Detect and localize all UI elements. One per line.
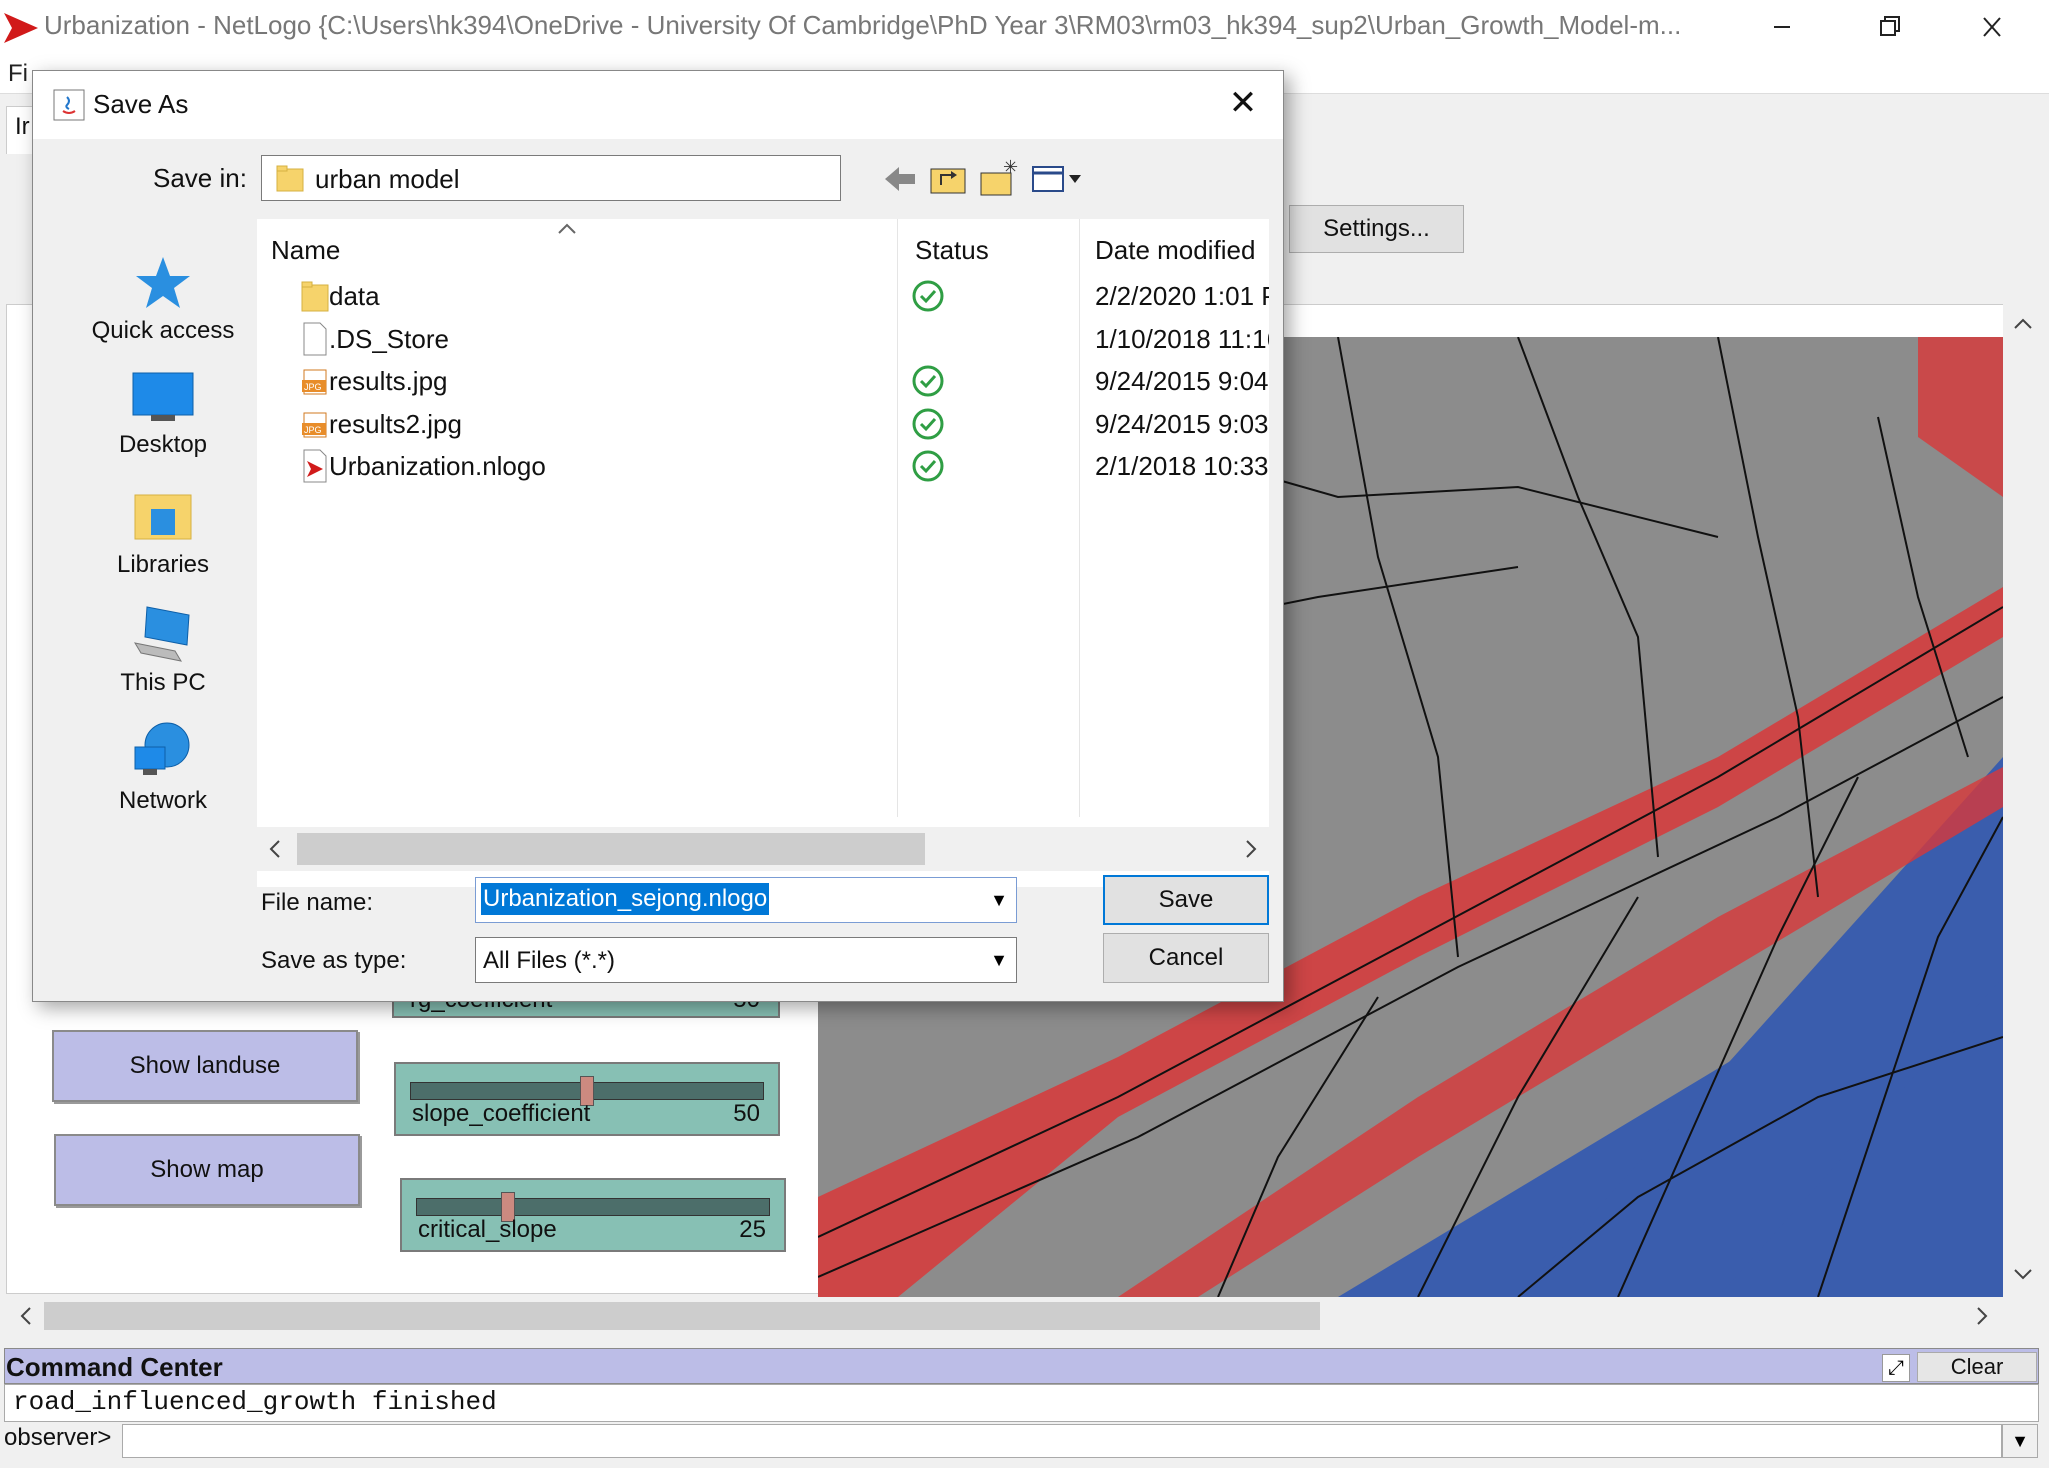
column-header-name[interactable]: Name xyxy=(271,235,340,266)
dialog-title: Save As xyxy=(93,89,189,119)
command-center-header xyxy=(4,1348,2039,1384)
libraries-icon xyxy=(134,494,192,540)
file-date: 1/10/2018 11:16 A xyxy=(1095,323,1269,354)
dialog-titlebar: Save As ✕ xyxy=(33,71,1283,139)
save-in-value: urban model xyxy=(315,164,460,194)
jpg-file-icon: JPG xyxy=(302,369,327,395)
file-row[interactable]: JPG results2.jpg 9/24/2015 9:03 AM xyxy=(257,403,1269,445)
slider-value: 50 xyxy=(733,1100,760,1127)
expand-icon[interactable]: ⤢ xyxy=(1882,1354,1910,1382)
chevron-down-icon[interactable]: ▼ xyxy=(983,939,1015,981)
synced-check-icon xyxy=(912,280,944,312)
window-title: Urbanization - NetLogo {C:\Users\hk394\O… xyxy=(44,10,1682,40)
column-header-status[interactable]: Status xyxy=(915,235,989,266)
up-folder-icon[interactable] xyxy=(927,159,971,199)
chevron-down-icon[interactable]: ▼ xyxy=(983,879,1015,921)
back-icon[interactable] xyxy=(879,159,923,199)
command-output: road_influenced_growth finished xyxy=(4,1384,2039,1422)
close-icon[interactable]: ✕ xyxy=(1223,83,1263,123)
close-window-button[interactable] xyxy=(1962,8,2022,46)
observer-prompt: observer> xyxy=(4,1424,112,1451)
command-input[interactable] xyxy=(122,1424,2002,1458)
restore-button[interactable] xyxy=(1858,8,1918,46)
save-type-label: Save as type: xyxy=(261,947,407,974)
file-date: 2/2/2020 1:01 PM xyxy=(1095,281,1269,311)
window-titlebar: Urbanization - NetLogo {C:\Users\hk394\O… xyxy=(0,0,2049,54)
settings-button[interactable]: Settings... xyxy=(1289,205,1464,253)
place-desktop[interactable]: Desktop xyxy=(47,371,279,481)
command-center-title: Command Center xyxy=(6,1352,223,1382)
netlogo-app-icon xyxy=(4,13,38,43)
svg-text:✳: ✳ xyxy=(1003,159,1018,177)
save-as-dialog: Save As ✕ Save in: ▼ urban model ✳ Quick… xyxy=(32,70,1284,1002)
save-in-label: Save in: xyxy=(153,163,247,193)
slider-value: 25 xyxy=(739,1216,766,1243)
java-icon xyxy=(53,89,85,121)
file-name-value[interactable]: Urbanization_sejong.nlogo xyxy=(481,883,770,915)
quick-access-icon xyxy=(136,257,190,308)
clear-button[interactable]: Clear xyxy=(1917,1352,2037,1382)
this-pc-icon xyxy=(133,606,190,662)
file-row[interactable]: JPG results.jpg 9/24/2015 9:04 AM xyxy=(257,360,1269,402)
file-row[interactable]: .DS_Store 1/10/2018 11:16 A xyxy=(257,318,1269,360)
place-libraries[interactable]: Libraries xyxy=(47,485,279,595)
places-bar: Quick access Desktop Libraries This PC N… xyxy=(47,219,279,855)
file-name: results.jpg xyxy=(329,366,448,396)
slider-critical-slope[interactable]: critical_slope 25 xyxy=(400,1178,786,1252)
sort-up-icon xyxy=(558,223,576,234)
file-row[interactable]: Urbanization.nlogo 2/1/2018 10:33 AM xyxy=(257,445,1269,487)
folder-icon xyxy=(301,281,329,312)
column-header-date[interactable]: Date modified xyxy=(1095,235,1255,266)
network-icon xyxy=(134,722,190,775)
interface-vertical-scrollbar[interactable] xyxy=(2003,304,2043,1294)
file-list[interactable]: Name Status Date modified data 2/2/2020 1… xyxy=(257,219,1269,887)
place-this-pc[interactable]: This PC xyxy=(47,603,279,713)
svg-text:JPG: JPG xyxy=(304,382,322,392)
save-button[interactable]: Save xyxy=(1103,875,1269,925)
svg-text:JPG: JPG xyxy=(304,425,322,435)
file-row[interactable]: data 2/2/2020 1:01 PM xyxy=(257,275,1269,317)
menu-file[interactable]: Fi xyxy=(8,60,28,88)
chevron-down-icon[interactable]: ▼ xyxy=(2002,1424,2038,1458)
file-date: 2/1/2018 10:33 AM xyxy=(1095,451,1269,481)
place-quick-access[interactable]: Quick access xyxy=(47,255,279,365)
folder-icon xyxy=(276,165,304,192)
file-name: .DS_Store xyxy=(329,323,449,354)
view-menu-icon[interactable] xyxy=(1029,159,1089,199)
file-date: 9/24/2015 9:04 AM xyxy=(1095,366,1269,396)
jpg-file-icon: JPG xyxy=(302,412,327,437)
scrollbar-thumb[interactable] xyxy=(44,1302,1320,1330)
synced-check-icon xyxy=(912,365,944,397)
new-folder-icon[interactable]: ✳ xyxy=(977,157,1021,199)
slider-label: critical_slope xyxy=(418,1216,557,1243)
tab-interface[interactable]: Ir xyxy=(6,106,34,154)
synced-check-icon xyxy=(912,408,944,439)
scrollbar-thumb[interactable] xyxy=(297,833,925,865)
save-type-value: All Files (*.*) xyxy=(483,947,616,974)
desktop-icon xyxy=(132,372,194,421)
file-name-label: File name: xyxy=(261,889,374,916)
file-name: Urbanization.nlogo xyxy=(329,451,546,481)
slider-label: slope_coefficient xyxy=(412,1100,591,1127)
slider-track[interactable] xyxy=(416,1198,770,1216)
nlogo-file-icon xyxy=(303,449,327,483)
cancel-button[interactable]: Cancel xyxy=(1103,933,1269,983)
file-name: data xyxy=(329,281,380,311)
show-landuse-button[interactable]: Show landuse xyxy=(52,1030,358,1102)
slider-slope-coefficient[interactable]: slope_coefficient 50 xyxy=(394,1062,780,1136)
file-icon xyxy=(303,322,327,355)
minimize-button[interactable] xyxy=(1752,8,1812,46)
place-network[interactable]: Network xyxy=(47,719,279,829)
file-date: 9/24/2015 9:03 AM xyxy=(1095,408,1269,439)
synced-check-icon xyxy=(912,450,944,482)
file-name: results2.jpg xyxy=(329,408,462,439)
show-map-button[interactable]: Show map xyxy=(54,1134,360,1206)
